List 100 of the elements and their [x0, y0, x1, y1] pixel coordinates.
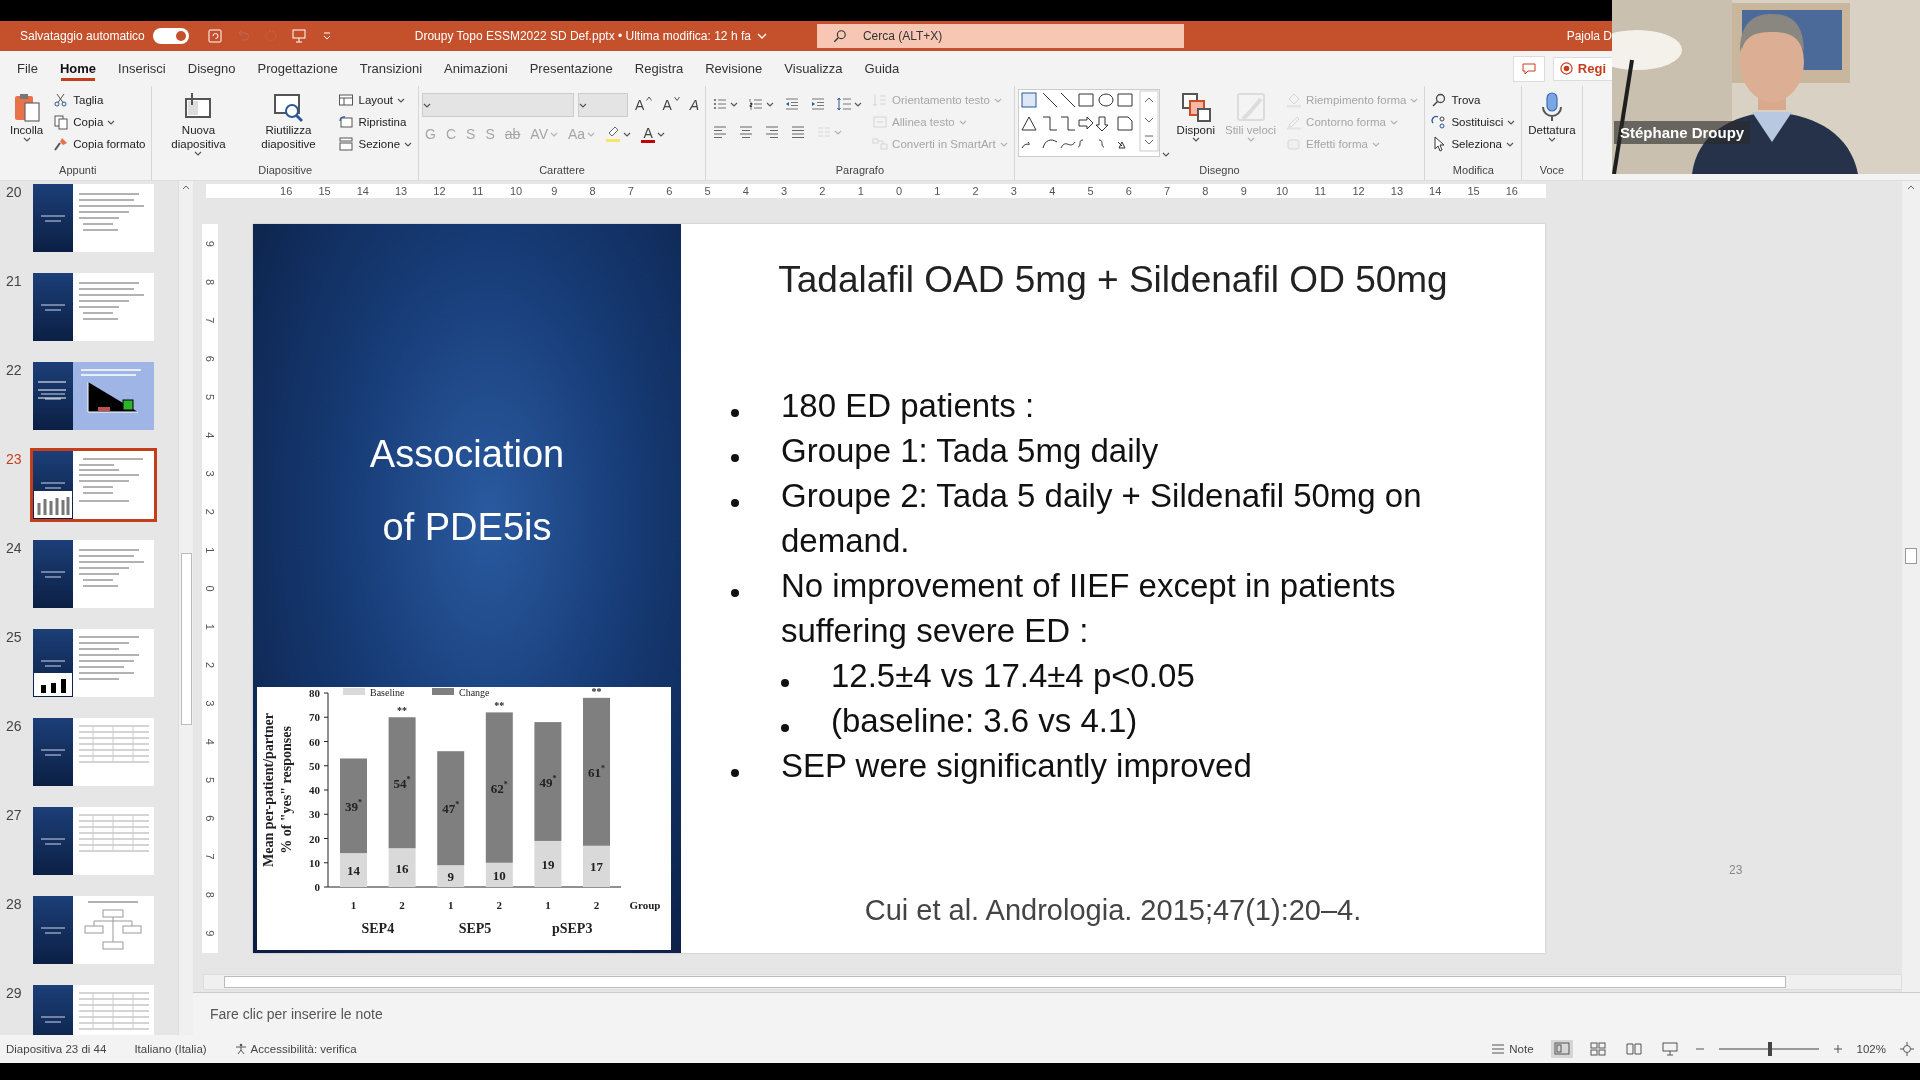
ribbon-button[interactable]: Sezione — [335, 133, 416, 155]
quick-styles-icon — [1234, 91, 1267, 123]
ribbon-tab[interactable]: Progettazione — [246, 51, 349, 86]
zoom-level[interactable]: 102% — [1856, 1043, 1886, 1055]
zoom-in-icon[interactable] — [1832, 1044, 1843, 1054]
view-button[interactable] — [1550, 1040, 1573, 1058]
record-button[interactable]: Regi — [1552, 56, 1612, 81]
grow-font-button[interactable]: A — [632, 94, 656, 116]
ribbon-button[interactable]: Incolla — [7, 89, 47, 144]
scroll-thumb[interactable] — [1905, 548, 1917, 564]
scroll-thumb[interactable] — [180, 553, 192, 725]
significance-mark: ** — [494, 700, 505, 712]
ribbon-button[interactable]: Seleziona — [1428, 133, 1519, 155]
caret-icon — [194, 151, 203, 156]
language-label[interactable]: Italiano (Italia) — [134, 1043, 207, 1055]
bullet-icon — [731, 409, 739, 417]
ribbon-button[interactable]: Taglia — [50, 89, 149, 111]
data-label: 62$^{*}$ — [490, 779, 508, 796]
notes-button[interactable]: Note — [1488, 1041, 1537, 1057]
comments-button[interactable] — [1512, 55, 1545, 82]
slide-number: 26 — [5, 718, 23, 734]
ribbon-button[interactable]: Sostituisci — [1428, 111, 1519, 133]
ruler-number: 5 — [204, 393, 216, 401]
ribbon-tab[interactable]: Revisione — [694, 51, 774, 86]
ribbon-button[interactable]: Nuova diapositiva — [155, 89, 242, 158]
toolbar-button[interactable] — [206, 28, 223, 44]
layout-icon — [338, 92, 355, 108]
ruler-number: 4 — [204, 432, 216, 439]
align-center-icon — [738, 124, 755, 140]
ribbon-button[interactable]: Layout — [335, 89, 416, 111]
ribbon-tab[interactable]: Guida — [853, 51, 911, 86]
slide-heading: of PDE5is — [382, 505, 552, 549]
category-label: 2 — [593, 899, 600, 911]
highlighter-icon — [605, 126, 622, 142]
ribbon-tab[interactable]: Visualizza — [773, 51, 854, 86]
axis-title: Group — [629, 899, 661, 911]
search-field[interactable]: Cerca (ALT+X) — [816, 24, 1184, 48]
bullet-icon — [781, 679, 789, 687]
document-title[interactable]: Droupy Topo ESSM2022 SD Def.pptx • Ultima modifica: 12 h fa — [414, 29, 751, 43]
shapes-gallery[interactable] — [1017, 89, 1160, 157]
ribbon-tab[interactable]: Animazioni — [433, 51, 519, 86]
ribbon-button[interactable]: Copia formato — [50, 133, 149, 155]
slide-thumbnail[interactable] — [30, 448, 157, 522]
ruler-number: 7 — [204, 853, 216, 860]
ribbon-button[interactable]: Ripristina — [335, 111, 416, 133]
accessibility-status[interactable]: Accessibilità: verifica — [250, 1043, 357, 1055]
notes-field[interactable]: Fare clic per inserire le note — [208, 1005, 612, 1023]
caret-icon — [423, 103, 432, 108]
shrink-font-button[interactable]: A — [659, 94, 683, 116]
scroll-thumb[interactable] — [224, 976, 1786, 988]
ruler-number: 8 — [589, 185, 596, 197]
ribbon-button[interactable]: Riutilizza diapositive — [245, 89, 332, 153]
slide-number: 29 — [5, 985, 23, 1001]
caret-icon — [404, 141, 413, 147]
toolbar-button[interactable] — [290, 28, 307, 44]
view-icon — [1589, 1042, 1606, 1056]
caret-icon — [730, 101, 739, 107]
caret-icon — [657, 131, 666, 137]
bullet-icon — [731, 589, 739, 597]
scrollbar[interactable] — [178, 181, 193, 1035]
data-label: 49$^{*}$ — [539, 773, 557, 790]
numbered-list-icon — [748, 96, 765, 112]
decrease-indent-icon — [784, 96, 801, 112]
ruler-number: 3 — [1010, 185, 1017, 197]
slide-number: 25 — [5, 629, 23, 645]
ribbon-tab[interactable]: Disegno — [176, 51, 247, 86]
clear-format-button[interactable]: A — [686, 94, 703, 116]
align-right-icon — [764, 124, 781, 140]
ruler-number: 11 — [1314, 185, 1326, 197]
increase-indent-icon — [810, 96, 827, 112]
autosave-toggle[interactable] — [152, 28, 189, 44]
ribbon-button[interactable]: Trova — [1428, 89, 1519, 111]
tick-label: 80 — [309, 687, 320, 699]
ribbon-button[interactable]: Copia — [50, 111, 149, 133]
fit-to-window-icon[interactable] — [1900, 1042, 1914, 1056]
zoom-thumb[interactable] — [1767, 1042, 1772, 1056]
replace-icon — [1431, 114, 1448, 130]
ruler-number: 10 — [1275, 185, 1289, 197]
category-label: 2 — [399, 899, 405, 911]
scrollbar[interactable] — [1902, 181, 1920, 992]
ribbon-tab[interactable]: Inserisci — [107, 51, 177, 86]
data-label: 47$^{*}$ — [442, 800, 460, 817]
account-name[interactable]: Pajola D — [1566, 29, 1612, 43]
ribbon-tab[interactable]: File — [6, 51, 49, 86]
ribbon-tab[interactable]: Transizioni — [348, 51, 434, 86]
ribbon-tab[interactable]: Home — [48, 51, 108, 86]
font-color-button[interactable]: A — [638, 123, 669, 145]
ruler-number: 2 — [972, 185, 979, 197]
search-input[interactable]: Cerca (ALT+X) — [860, 28, 1145, 44]
ribbon-button[interactable]: Disponi — [1173, 89, 1218, 144]
group-label: Modifica — [1451, 164, 1495, 178]
ribbon-button[interactable]: Dettatura — [1525, 89, 1579, 144]
ribbon-tab[interactable]: Presentazione — [518, 51, 624, 86]
caret-icon — [107, 119, 116, 125]
caret-icon — [1507, 119, 1516, 125]
save-icon — [206, 28, 223, 44]
ruler-number: 0 — [204, 585, 216, 592]
ruler-number: 3 — [204, 700, 216, 707]
ribbon-tab[interactable]: Registra — [623, 51, 695, 86]
scrollbar[interactable] — [203, 974, 1902, 990]
